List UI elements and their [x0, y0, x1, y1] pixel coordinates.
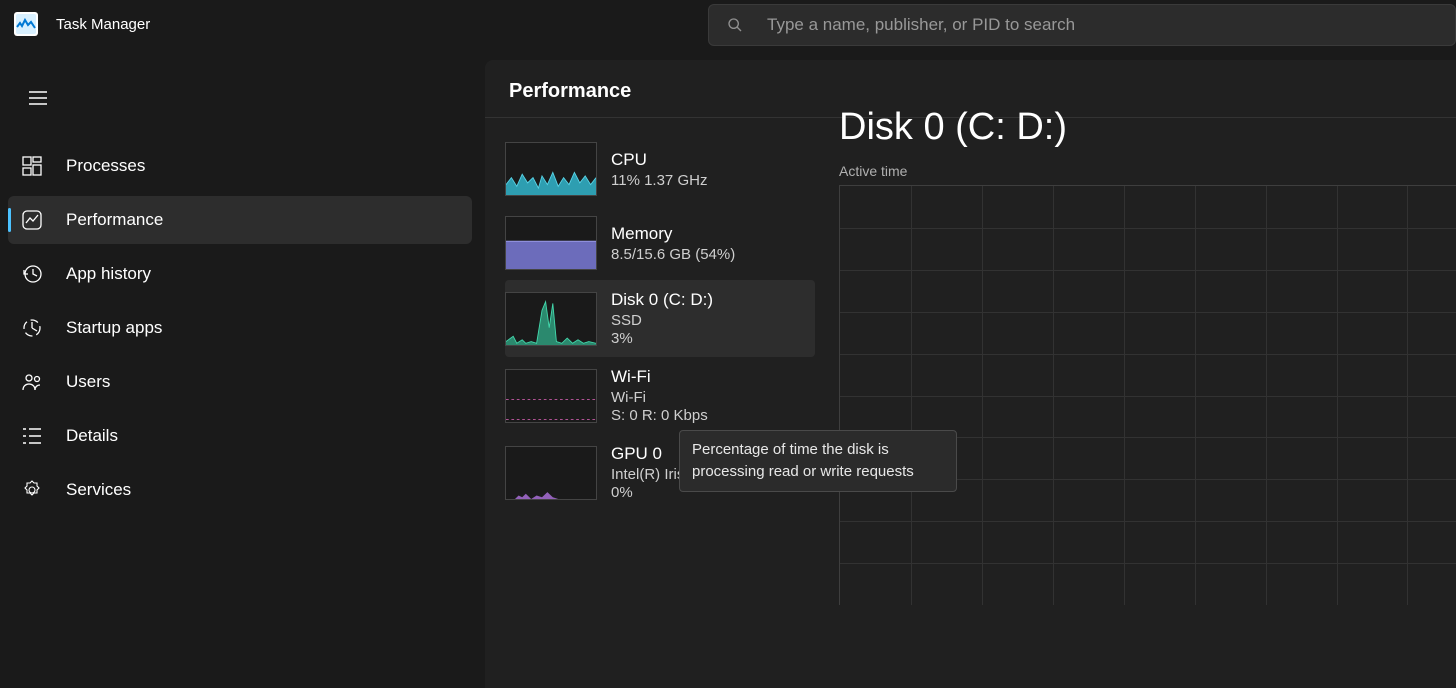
- startup-icon: [22, 318, 42, 338]
- menu-toggle[interactable]: [14, 74, 62, 122]
- chart-label: Active time: [839, 163, 1456, 179]
- perf-item-memory[interactable]: Memory 8.5/15.6 GB (54%): [505, 206, 815, 280]
- hamburger-icon: [29, 91, 47, 105]
- sidebar-item-services[interactable]: Services: [8, 466, 472, 514]
- app-title: Task Manager: [56, 16, 150, 33]
- tooltip: Percentage of time the disk is processin…: [679, 430, 957, 492]
- perf-item-name: Wi-Fi: [611, 367, 708, 387]
- sidebar-item-details[interactable]: Details: [8, 412, 472, 460]
- page-title: Performance: [505, 80, 1456, 103]
- details-icon: [22, 426, 42, 446]
- sidebar-item-apphistory[interactable]: App history: [8, 250, 472, 298]
- perf-item-sub2: S: 0 R: 0 Kbps: [611, 407, 708, 424]
- sidebar-item-label: Performance: [66, 210, 163, 230]
- sidebar-item-label: Users: [66, 372, 110, 392]
- search-bar[interactable]: [708, 4, 1456, 46]
- perf-item-name: Memory: [611, 224, 735, 244]
- sidebar-item-label: App history: [66, 264, 151, 284]
- perf-item-disk0[interactable]: Disk 0 (C: D:) SSD 3%: [505, 280, 815, 357]
- detail-pane: Disk 0 (C: D:) Active time: [825, 106, 1456, 688]
- app-icon: [14, 12, 38, 36]
- perf-item-sub2: 3%: [611, 330, 713, 347]
- perf-item-cpu[interactable]: CPU 11% 1.37 GHz: [505, 132, 815, 206]
- sidebar-item-startup[interactable]: Startup apps: [8, 304, 472, 352]
- tooltip-text: Percentage of time the disk is processin…: [692, 441, 914, 480]
- perf-item-name: CPU: [611, 150, 707, 170]
- perf-item-name: Disk 0 (C: D:): [611, 290, 713, 310]
- perf-item-sub: SSD: [611, 312, 713, 329]
- users-icon: [22, 372, 42, 392]
- sidebar-item-label: Services: [66, 480, 131, 500]
- disk-thumb: [505, 292, 597, 346]
- perf-item-sub: Wi-Fi: [611, 389, 708, 406]
- active-time-chart: [839, 185, 1456, 605]
- perf-item-sub: 8.5/15.6 GB (54%): [611, 246, 735, 263]
- sidebar-item-label: Startup apps: [66, 318, 162, 338]
- cpu-thumb: [505, 142, 597, 196]
- detail-title: Disk 0 (C: D:): [839, 106, 1456, 149]
- sidebar-item-label: Details: [66, 426, 118, 446]
- sidebar-item-performance[interactable]: Performance: [8, 196, 472, 244]
- search-input[interactable]: [767, 15, 1437, 35]
- search-icon: [727, 17, 743, 33]
- sidebar-item-processes[interactable]: Processes: [8, 142, 472, 190]
- sidebar: Processes Performance App history Startu…: [0, 60, 480, 688]
- processes-icon: [22, 156, 42, 176]
- wifi-thumb: [505, 369, 597, 423]
- sidebar-item-users[interactable]: Users: [8, 358, 472, 406]
- history-icon: [22, 264, 42, 284]
- services-icon: [22, 480, 42, 500]
- content-pane: Performance CPU 11% 1.37 GHz Memory 8.5/…: [485, 60, 1456, 688]
- perf-item-wifi[interactable]: Wi-Fi Wi-Fi S: 0 R: 0 Kbps: [505, 357, 815, 434]
- performance-icon: [22, 210, 42, 230]
- perf-item-sub: 11% 1.37 GHz: [611, 172, 707, 189]
- gpu-thumb: [505, 446, 597, 500]
- sidebar-item-label: Processes: [66, 156, 145, 176]
- memory-thumb: [505, 216, 597, 270]
